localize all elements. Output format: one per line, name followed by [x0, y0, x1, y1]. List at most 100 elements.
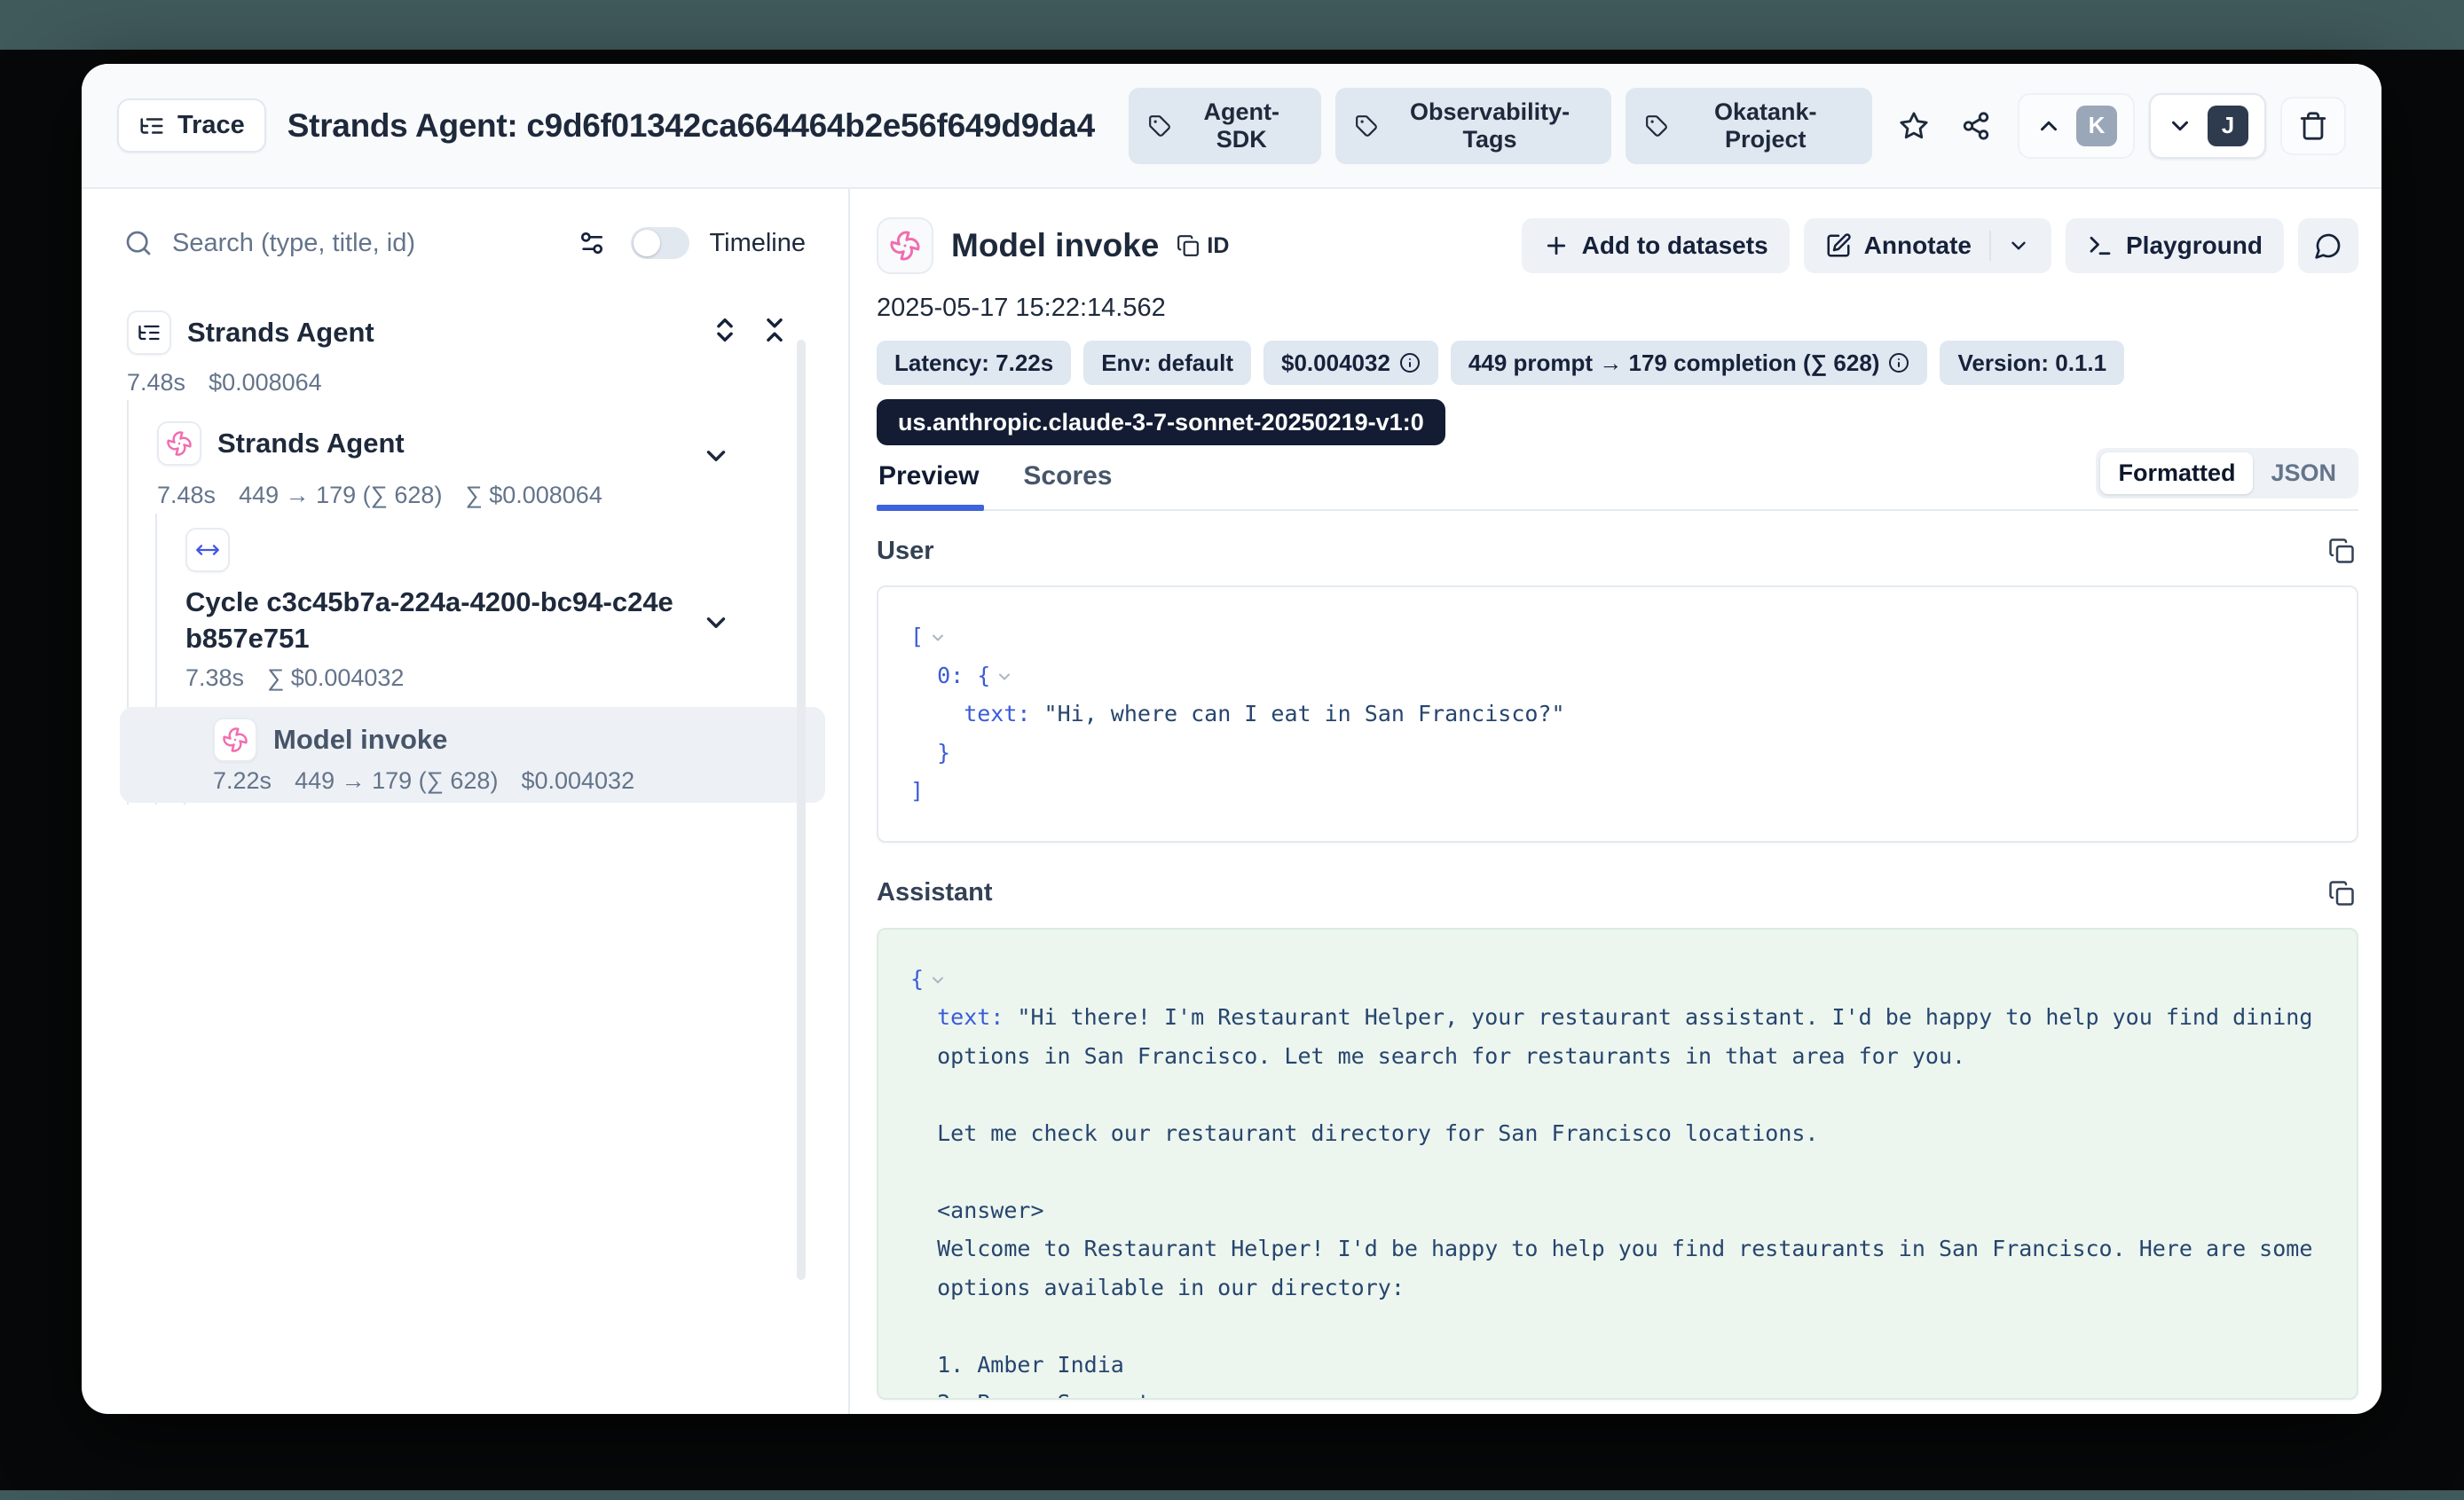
- edit-icon: [1825, 232, 1852, 259]
- page-title: Strands Agent: c9d6f01342ca664464b2e56f6…: [287, 107, 1095, 145]
- tab-scores[interactable]: Scores: [1021, 461, 1117, 509]
- star-button[interactable]: [1893, 106, 1934, 146]
- annotate-button[interactable]: Annotate: [1804, 218, 2051, 273]
- tag-agent-sdk[interactable]: Agent-SDK: [1129, 88, 1321, 164]
- chevron-down-icon: [701, 441, 731, 471]
- tag-okatank-project[interactable]: Okatank-Project: [1626, 88, 1872, 164]
- chevron-down-icon: [996, 668, 1013, 686]
- user-section-label: User: [877, 537, 934, 566]
- prev-avatar: K: [2076, 106, 2117, 146]
- collapse-node-button[interactable]: [696, 602, 736, 643]
- info-icon: [1399, 352, 1421, 373]
- chevron-down-icon: [2007, 234, 2030, 257]
- next-avatar: J: [2208, 106, 2248, 146]
- latency-badge: Latency: 7.22s: [877, 341, 1071, 385]
- expand-all-button[interactable]: [710, 315, 740, 345]
- id-label: ID: [1207, 233, 1229, 259]
- comment-button[interactable]: [2298, 218, 2358, 273]
- chevrons-up-down-icon: [710, 315, 740, 345]
- playground-button[interactable]: Playground: [2066, 218, 2284, 273]
- desktop-background: Trace Strands Agent: c9d6f01342ca664464b…: [0, 0, 2464, 1500]
- env-badge: Env: default: [1083, 341, 1251, 385]
- tag-icon: [1645, 114, 1668, 137]
- plus-icon: [1543, 232, 1570, 259]
- metadata-badges: Latency: 7.22s Env: default $0.004032 44…: [877, 341, 2358, 385]
- json-line[interactable]: {: [910, 960, 2325, 999]
- observation-timestamp: 2025-05-17 15:22:14.562: [877, 294, 2358, 323]
- chevron-up-icon: [2035, 113, 2062, 139]
- copy-id-button[interactable]: ID: [1177, 233, 1229, 259]
- assistant-message-box: { text: "Hi there! I'm Restaurant Helper…: [877, 928, 2358, 1401]
- list-tree-icon: [127, 310, 171, 355]
- prev-trace-button[interactable]: K: [2018, 93, 2135, 159]
- json-line: text: "Hi there! I'm Restaurant Helper, …: [910, 998, 2325, 1400]
- tag-list: Agent-SDK Observability-Tags Okatank-Pro…: [1129, 88, 1872, 164]
- tree-node-cycle[interactable]: [185, 528, 230, 572]
- tree-fold-controls: [710, 315, 790, 345]
- copy-icon: [2328, 880, 2355, 907]
- tree-node-title[interactable]: Cycle c3c45b7a-224a-4200-bc94-c24eb857e7…: [185, 585, 682, 657]
- format-toggle-json[interactable]: JSON: [2253, 452, 2354, 494]
- token-usage-badge[interactable]: 449 prompt → 179 completion (∑ 628): [1451, 341, 1928, 385]
- timeline-toggle-label: Timeline: [709, 229, 806, 258]
- sliders-icon: [578, 229, 606, 257]
- body-split: Timeline Strands Agent: [82, 189, 2381, 1414]
- version-badge: Version: 0.1.1: [1940, 341, 2124, 385]
- timeline-toggle[interactable]: [631, 227, 689, 259]
- latency-value: 7.22s: [213, 767, 272, 795]
- tree-node-metrics: 7.48s 449 → 179 (∑ 628) ∑ $0.008064: [157, 482, 602, 509]
- cost-value: $0.004032: [521, 767, 634, 795]
- tree-node-trace-root[interactable]: Strands Agent: [127, 310, 374, 355]
- tree-filter-button[interactable]: [572, 224, 611, 263]
- search-input[interactable]: [172, 229, 553, 258]
- format-toggle-formatted[interactable]: Formatted: [2100, 452, 2253, 494]
- move-horizontal-icon: [185, 528, 230, 572]
- collapse-all-button[interactable]: [760, 315, 790, 345]
- model-name-badge[interactable]: us.anthropic.claude-3-7-sonnet-20250219-…: [877, 399, 1445, 445]
- chevrons-down-up-icon: [760, 315, 790, 345]
- copy-user-button[interactable]: [2325, 534, 2358, 568]
- search-icon: [124, 229, 153, 257]
- next-trace-button[interactable]: J: [2149, 93, 2266, 159]
- copy-assistant-button[interactable]: [2325, 876, 2358, 910]
- json-line[interactable]: [: [910, 617, 2325, 656]
- assistant-section-header: Assistant: [877, 876, 2358, 910]
- info-icon: [1888, 352, 1909, 373]
- trace-badge-label: Trace: [177, 111, 245, 140]
- tag-label: Okatank-Project: [1679, 98, 1853, 153]
- copy-icon: [1177, 234, 1200, 257]
- star-icon: [1899, 111, 1929, 141]
- trace-tree-sidebar: Timeline Strands Agent: [82, 189, 850, 1414]
- detail-actions: Add to datasets Annotate Playground: [1522, 218, 2358, 273]
- sidebar-scrollbar[interactable]: [797, 340, 806, 1280]
- share-button[interactable]: [1956, 106, 1996, 146]
- share-icon: [1961, 111, 1991, 141]
- format-toggle: Formatted JSON: [2096, 448, 2358, 499]
- tree-node-metrics: 7.48s $0.008064: [127, 369, 322, 397]
- latency-value: 7.38s: [185, 664, 244, 692]
- assistant-section-label: Assistant: [877, 878, 993, 907]
- copy-icon: [2328, 538, 2355, 564]
- user-message-text: "Hi, where can I eat in San Francisco?": [1044, 701, 1565, 726]
- annotate-label: Annotate: [1864, 232, 1972, 260]
- user-message-box: [ 0: { text: "Hi, where can I eat in San…: [877, 585, 2358, 843]
- playground-label: Playground: [2126, 232, 2263, 260]
- tree-node-strands-agent[interactable]: Strands Agent: [157, 421, 405, 466]
- annotate-dropdown[interactable]: [1989, 231, 2030, 261]
- tree-node-metrics: 7.22s 449 → 179 (∑ 628) $0.004032: [213, 767, 634, 795]
- fan-icon: [213, 718, 257, 762]
- add-to-datasets-button[interactable]: Add to datasets: [1522, 218, 1790, 273]
- collapse-node-button[interactable]: [696, 436, 736, 476]
- json-line[interactable]: 0: {: [910, 656, 2325, 695]
- delete-trace-button[interactable]: [2280, 97, 2346, 155]
- tab-preview[interactable]: Preview: [877, 461, 984, 509]
- tag-observability-tags[interactable]: Observability-Tags: [1335, 88, 1611, 164]
- tree-search-row: Timeline: [124, 216, 806, 271]
- tag-icon: [1355, 114, 1378, 137]
- tree-node-title: Strands Agent: [217, 426, 405, 462]
- io-preview-area: User [ 0: { text: "Hi, where can I eat i…: [877, 511, 2358, 1414]
- cost-badge[interactable]: $0.004032: [1263, 341, 1438, 385]
- tree-node-model-invoke[interactable]: Model invoke: [213, 718, 447, 762]
- token-usage: 449 → 179 (∑ 628): [239, 482, 442, 509]
- json-line: text: "Hi, where can I eat in San Franci…: [910, 695, 2325, 734]
